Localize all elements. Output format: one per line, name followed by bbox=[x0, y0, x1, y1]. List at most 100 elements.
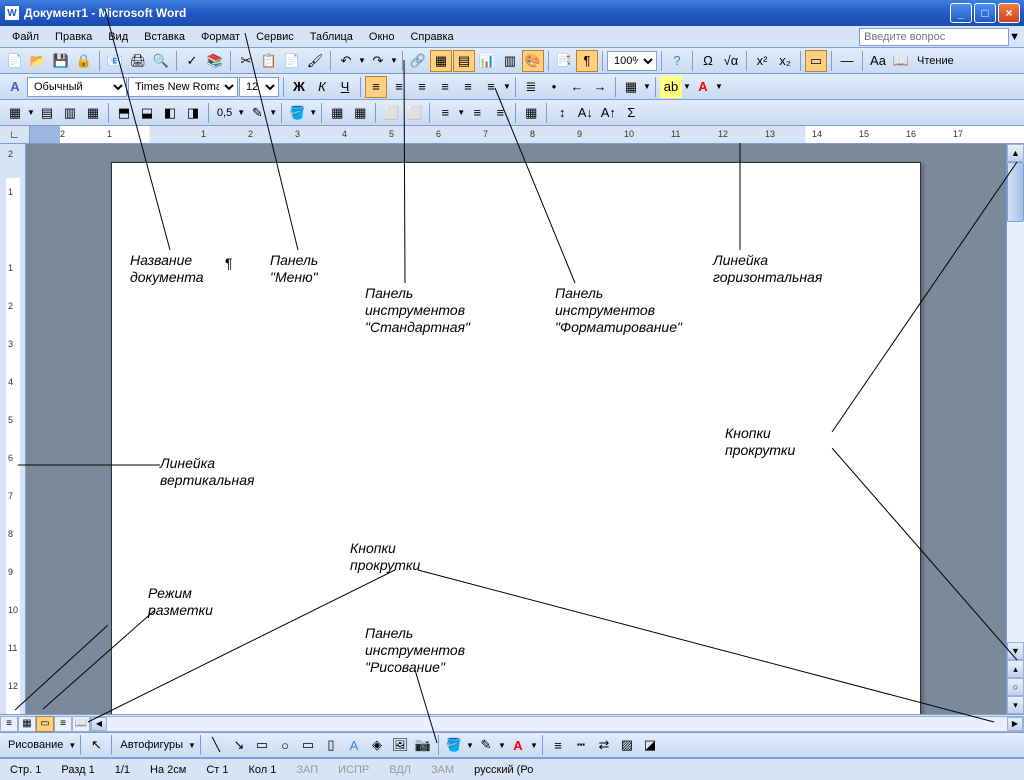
tables-borders-button[interactable]: ▦ bbox=[430, 50, 452, 72]
text-direction-button[interactable]: ↕ bbox=[551, 102, 573, 124]
align-center-button[interactable]: ≡ bbox=[388, 76, 410, 98]
ex6-button[interactable]: ⬓ bbox=[136, 102, 158, 124]
menu-table[interactable]: Таблица bbox=[302, 29, 361, 45]
borders-dropdown[interactable]: ▼ bbox=[643, 82, 651, 91]
menu-window[interactable]: Окно bbox=[361, 29, 403, 45]
maximize-button[interactable]: □ bbox=[974, 3, 996, 23]
numbering-button[interactable]: ≣ bbox=[520, 76, 542, 98]
dash-style-button[interactable]: ┅ bbox=[570, 734, 592, 756]
drawing-label[interactable]: Рисование bbox=[4, 739, 67, 751]
redo-dropdown[interactable]: ▼ bbox=[390, 56, 398, 65]
line-spacing-button[interactable]: ≡ bbox=[480, 76, 502, 98]
highlight-dropdown[interactable]: ▼ bbox=[683, 82, 691, 91]
cut-button[interactable]: ✂ bbox=[235, 50, 257, 72]
preview-button[interactable]: 🔍 bbox=[150, 50, 172, 72]
spelling-button[interactable]: ✓ bbox=[181, 50, 203, 72]
format-painter-button[interactable]: 🖌 bbox=[304, 50, 326, 72]
vertical-textbox-button[interactable]: ▯ bbox=[320, 734, 342, 756]
menu-view[interactable]: Вид bbox=[100, 29, 136, 45]
help-dropdown[interactable]: ▼ bbox=[1009, 31, 1020, 43]
outline-view-button[interactable]: ≡ bbox=[54, 716, 72, 732]
underline-button[interactable]: Ч bbox=[334, 76, 356, 98]
research-button[interactable]: 📚 bbox=[204, 50, 226, 72]
menu-file[interactable]: Файл bbox=[4, 29, 47, 45]
pen-color-button[interactable]: ✎ bbox=[246, 102, 268, 124]
line-style-button[interactable]: ≡ bbox=[547, 734, 569, 756]
grid1-button[interactable]: ▦ bbox=[326, 102, 348, 124]
web-view-button[interactable]: ▦ bbox=[18, 716, 36, 732]
print-button[interactable]: 🖨 bbox=[127, 50, 149, 72]
split-button[interactable]: ⬜ bbox=[403, 102, 425, 124]
autoshapes-label[interactable]: Автофигуры bbox=[116, 739, 187, 751]
close-button[interactable]: × bbox=[998, 3, 1020, 23]
textbox-button[interactable]: ▭ bbox=[297, 734, 319, 756]
fill-color-button[interactable]: 🪣 bbox=[443, 734, 465, 756]
scroll-down-button[interactable]: ▼ bbox=[1007, 642, 1024, 660]
distribute-rows-button[interactable]: ≡ bbox=[466, 102, 488, 124]
undo-dropdown[interactable]: ▼ bbox=[358, 56, 366, 65]
help-search-input[interactable] bbox=[859, 28, 1009, 46]
print-layout-button[interactable]: ▭ bbox=[36, 716, 54, 732]
undo-button[interactable]: ↶ bbox=[335, 50, 357, 72]
ex7-button[interactable]: ◧ bbox=[159, 102, 181, 124]
bold-button[interactable]: Ж bbox=[288, 76, 310, 98]
oval-button[interactable]: ○ bbox=[274, 734, 296, 756]
indent-button[interactable]: → bbox=[589, 76, 611, 98]
columns-button[interactable]: ▥ bbox=[499, 50, 521, 72]
bullets-button[interactable]: • bbox=[543, 76, 565, 98]
highlight-button[interactable]: ab bbox=[660, 76, 682, 98]
align-left-button[interactable]: ≡ bbox=[365, 76, 387, 98]
style-combo[interactable]: Обычный bbox=[27, 77, 127, 97]
scroll-right-button[interactable]: ▶ bbox=[1007, 717, 1023, 731]
sqrt-button[interactable]: √α bbox=[720, 50, 742, 72]
borders-button[interactable]: ▦ bbox=[620, 76, 642, 98]
distribute-cols-button[interactable]: ≡ bbox=[489, 102, 511, 124]
fontcolor-dropdown[interactable]: ▼ bbox=[715, 82, 723, 91]
select-browse-button[interactable]: ○ bbox=[1007, 678, 1024, 696]
spacing-dropdown[interactable]: ▼ bbox=[503, 82, 511, 91]
clipart-button[interactable]: 🖼 bbox=[389, 734, 411, 756]
ex5-button[interactable]: ⬒ bbox=[113, 102, 135, 124]
wordart-button[interactable]: A bbox=[343, 734, 365, 756]
save-button[interactable]: 💾 bbox=[50, 50, 72, 72]
picture-button[interactable]: 📷 bbox=[412, 734, 434, 756]
dash-button[interactable]: — bbox=[836, 50, 858, 72]
reading-icon[interactable]: 📖 bbox=[890, 50, 912, 72]
outdent-button[interactable]: ← bbox=[566, 76, 588, 98]
font-color-button[interactable]: A bbox=[692, 76, 714, 98]
diagram-button[interactable]: ◈ bbox=[366, 734, 388, 756]
scroll-left-button[interactable]: ◀ bbox=[91, 717, 107, 731]
normal-view-button[interactable]: ≡ bbox=[0, 716, 18, 732]
excel-button[interactable]: 📊 bbox=[476, 50, 498, 72]
open-button[interactable]: 📂 bbox=[27, 50, 49, 72]
reading-label[interactable]: Чтение bbox=[913, 55, 958, 67]
font-color2-button[interactable]: A bbox=[507, 734, 529, 756]
show-hide-button[interactable]: ¶ bbox=[576, 50, 598, 72]
mail-button[interactable]: 📧 bbox=[104, 50, 126, 72]
menu-edit[interactable]: Правка bbox=[47, 29, 100, 45]
permissions-button[interactable]: 🔒 bbox=[73, 50, 95, 72]
scroll-thumb[interactable] bbox=[1007, 162, 1024, 222]
next-page-button[interactable]: ▾ bbox=[1007, 696, 1024, 714]
status-ext[interactable]: ВДЛ bbox=[385, 764, 415, 776]
fill-button[interactable]: 🪣 bbox=[286, 102, 308, 124]
menu-insert[interactable]: Вставка bbox=[136, 29, 193, 45]
status-rec[interactable]: ЗАП bbox=[292, 764, 322, 776]
distributed-button[interactable]: ≡ bbox=[457, 76, 479, 98]
grid2-button[interactable]: ▦ bbox=[349, 102, 371, 124]
arrow-button[interactable]: ↘ bbox=[228, 734, 250, 756]
insert-table-button[interactable]: ▤ bbox=[453, 50, 475, 72]
zoom-combo[interactable]: 100% bbox=[607, 51, 657, 71]
vertical-ruler[interactable]: 21123456789101112 bbox=[0, 144, 26, 714]
minimize-button[interactable]: _ bbox=[950, 3, 972, 23]
prev-page-button[interactable]: ▴ bbox=[1007, 660, 1024, 678]
ex3-button[interactable]: ▥ bbox=[59, 102, 81, 124]
ex4-button[interactable]: ▦ bbox=[82, 102, 104, 124]
menu-format[interactable]: Формат bbox=[193, 29, 248, 45]
status-ovr[interactable]: ЗАМ bbox=[427, 764, 458, 776]
document-area[interactable] bbox=[26, 144, 1006, 714]
autoformat-button[interactable]: ▦ bbox=[520, 102, 542, 124]
aa-button[interactable]: Aa bbox=[867, 50, 889, 72]
sort-asc-button[interactable]: A↓ bbox=[574, 102, 596, 124]
omega-button[interactable]: Ω bbox=[697, 50, 719, 72]
